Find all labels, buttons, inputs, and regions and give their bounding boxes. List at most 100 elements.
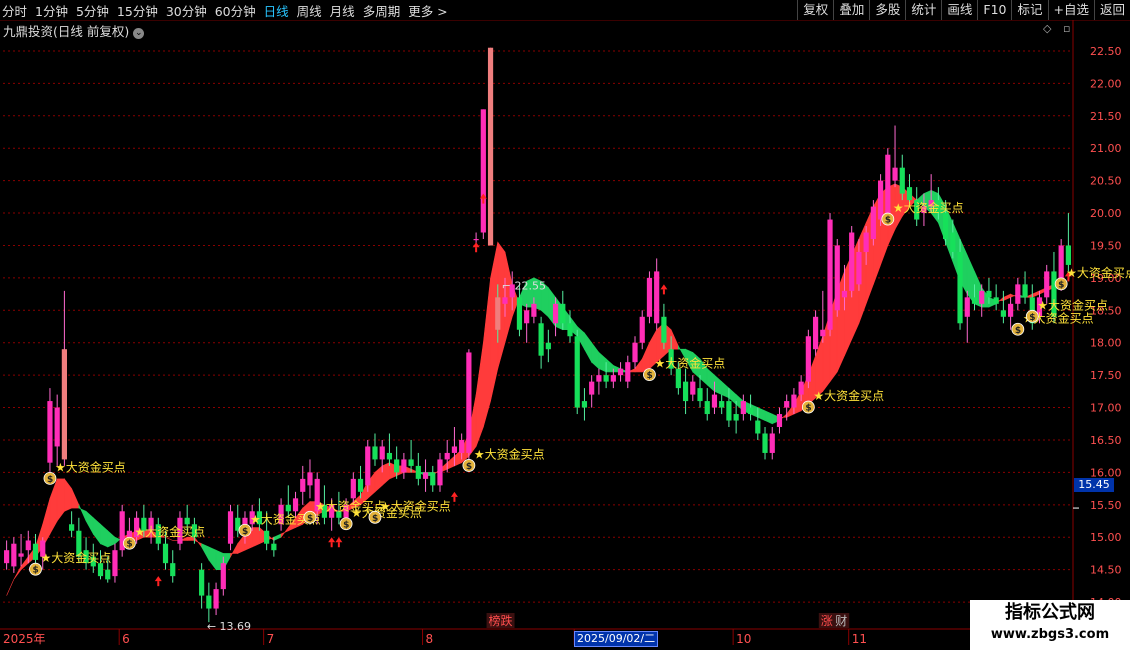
candle-body — [552, 303, 559, 324]
watermark: 指标公式网 www.zbgs3.com — [970, 600, 1130, 650]
ribbon-segment — [20, 555, 29, 571]
toolbar-button-7[interactable]: +自选 — [1047, 0, 1094, 20]
candle-body — [834, 245, 840, 311]
ribbon-segment — [591, 341, 600, 370]
candle-112 — [812, 310, 819, 356]
up-arrow-head — [450, 491, 458, 497]
period-tab-7[interactable]: 周线 — [297, 1, 322, 20]
period-tab-0[interactable]: 分时 — [2, 1, 27, 20]
money-bag-glyph: $ — [885, 216, 891, 226]
candle-29 — [213, 582, 219, 616]
candle-81 — [589, 375, 595, 408]
candle-53 — [386, 433, 393, 466]
candle-138 — [1000, 290, 1006, 324]
candle-139 — [1008, 297, 1014, 330]
candle-body — [849, 232, 855, 291]
up-arrow-shaft — [337, 542, 340, 548]
candle-body — [762, 433, 768, 453]
money-bag-glyph: $ — [1029, 313, 1035, 323]
candle-79 — [574, 329, 580, 415]
period-tab-10[interactable]: 更多 > — [408, 1, 447, 20]
candle-86 — [625, 355, 631, 389]
candle-body — [805, 336, 811, 382]
ribbon-segment — [374, 465, 383, 493]
y-tick-label-4: 20.50 — [1090, 175, 1122, 188]
candle-body — [617, 368, 624, 376]
y-tick-label-0: 22.50 — [1090, 45, 1122, 58]
ribbon-segment — [757, 407, 766, 421]
ribbon-segment — [598, 351, 607, 373]
candle-23 — [170, 550, 176, 583]
candle-1 — [11, 537, 17, 573]
toolbar-button-3[interactable]: 统计 — [905, 0, 941, 20]
candle-body — [545, 342, 551, 350]
period-tab-5[interactable]: 60分钟 — [215, 1, 256, 20]
candle-90 — [654, 258, 660, 330]
candle-body — [285, 504, 291, 512]
candle-body — [589, 381, 595, 395]
candle-body — [495, 297, 501, 330]
toolbar-button-2[interactable]: 多股 — [869, 0, 905, 20]
candle-body — [639, 316, 645, 343]
candle-55 — [401, 452, 407, 479]
period-tab-1[interactable]: 1分钟 — [35, 1, 68, 20]
candle-body — [798, 381, 804, 395]
toolbar-button-1[interactable]: 叠加 — [833, 0, 869, 20]
period-tab-6[interactable]: 日线 — [264, 1, 289, 20]
money-bag-glyph: $ — [372, 514, 378, 524]
up-arrow-shaft — [662, 289, 665, 295]
toolbar-button-8[interactable]: 返回 — [1093, 0, 1130, 20]
candle-body — [1015, 284, 1021, 304]
candle-body — [791, 394, 797, 408]
ribbon-segment — [78, 504, 87, 522]
period-tabs: 分时 1分钟 5分钟 15分钟 30分钟 60分钟 日线 周线 月线 多周期 更多 > — [2, 0, 456, 20]
candle-body — [769, 433, 775, 453]
toolbar-button-5[interactable]: F10 — [977, 0, 1011, 20]
toolbar-button-6[interactable]: 标记 — [1011, 0, 1047, 20]
y-tick-label-16: 14.50 — [1090, 564, 1122, 577]
candle-body — [184, 517, 190, 525]
ribbon-segment — [230, 542, 239, 558]
candle-body — [986, 290, 992, 298]
kline-chart[interactable]: 22.5022.0021.5021.0020.5020.0019.5019.00… — [0, 20, 1130, 650]
period-tab-2[interactable]: 5分钟 — [76, 1, 109, 20]
candle-body — [47, 401, 53, 463]
ribbon-segment — [273, 533, 282, 541]
y-tick-label-14: 15.50 — [1090, 499, 1122, 512]
money-bag-glyph: $ — [1058, 280, 1064, 290]
candle-body — [170, 563, 176, 577]
ribbon-segment — [706, 367, 715, 393]
candle-body — [300, 478, 306, 492]
period-tab-4[interactable]: 30分钟 — [166, 1, 207, 20]
up-arrow-shaft — [330, 542, 333, 548]
watermark-url: www.zbgs3.com — [990, 627, 1110, 642]
candle-102 — [740, 394, 746, 421]
x-axis-label-0: 2025年 — [3, 632, 46, 646]
buy-signal-label: ★大资金买点 — [41, 550, 112, 565]
candle-body — [307, 472, 313, 486]
candle-42 — [307, 459, 313, 499]
diamond-icon[interactable]: ◇ — [1043, 22, 1051, 35]
event-tag-1: 涨 — [821, 613, 833, 628]
money-bag-glyph: $ — [33, 566, 39, 576]
candle-107 — [776, 407, 783, 434]
candle-body — [827, 219, 833, 330]
square-icon[interactable]: ▫ — [1063, 22, 1070, 35]
chevron-down-icon[interactable]: ⌄ — [133, 28, 145, 39]
toolbar-button-0[interactable]: 复权 — [797, 0, 833, 20]
period-tab-9[interactable]: 多周期 — [363, 1, 401, 20]
x-axis-label-5: 10 — [736, 632, 751, 646]
money-bag-glyph: $ — [343, 520, 349, 530]
candle-body — [841, 290, 848, 298]
period-tab-3[interactable]: 15分钟 — [117, 1, 158, 20]
candle-body — [950, 232, 956, 252]
candle-body — [365, 446, 371, 486]
candle-body — [610, 375, 616, 382]
candle-body — [473, 238, 479, 241]
candle-body — [415, 465, 421, 479]
period-tab-8[interactable]: 月线 — [330, 1, 355, 20]
candle-body — [632, 342, 638, 363]
money-bag-glyph: $ — [646, 371, 652, 381]
candle-body — [213, 589, 219, 609]
toolbar-button-4[interactable]: 画线 — [941, 0, 977, 20]
